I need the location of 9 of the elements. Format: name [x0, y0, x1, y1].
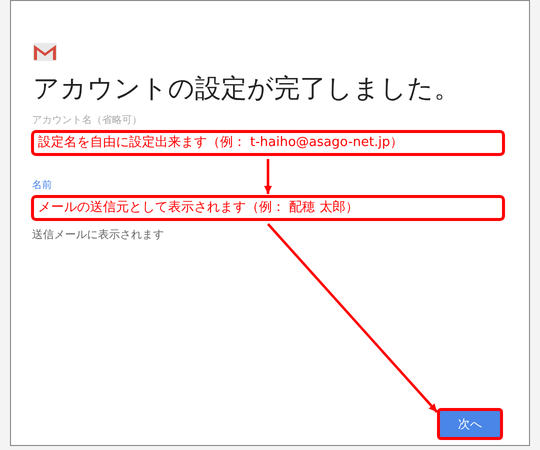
arrow	[264, 159, 272, 194]
callout-box: 設定名を自由に設定出来ます（例： t-haiho@asago-net.jp）	[31, 130, 505, 156]
next-button[interactable]: 次へ	[437, 408, 503, 440]
helper-text: 送信メールに表示されます	[31, 227, 165, 243]
page-title: アカウントの設定が完了しました。	[33, 73, 461, 106]
callout-box: メールの送信元として表示されます（例： 配穂 太郎）	[31, 195, 505, 221]
field-label: 名前	[31, 179, 53, 193]
field-label: アカウント名（省略可）	[31, 114, 143, 128]
mail-logo-icon	[33, 43, 57, 61]
